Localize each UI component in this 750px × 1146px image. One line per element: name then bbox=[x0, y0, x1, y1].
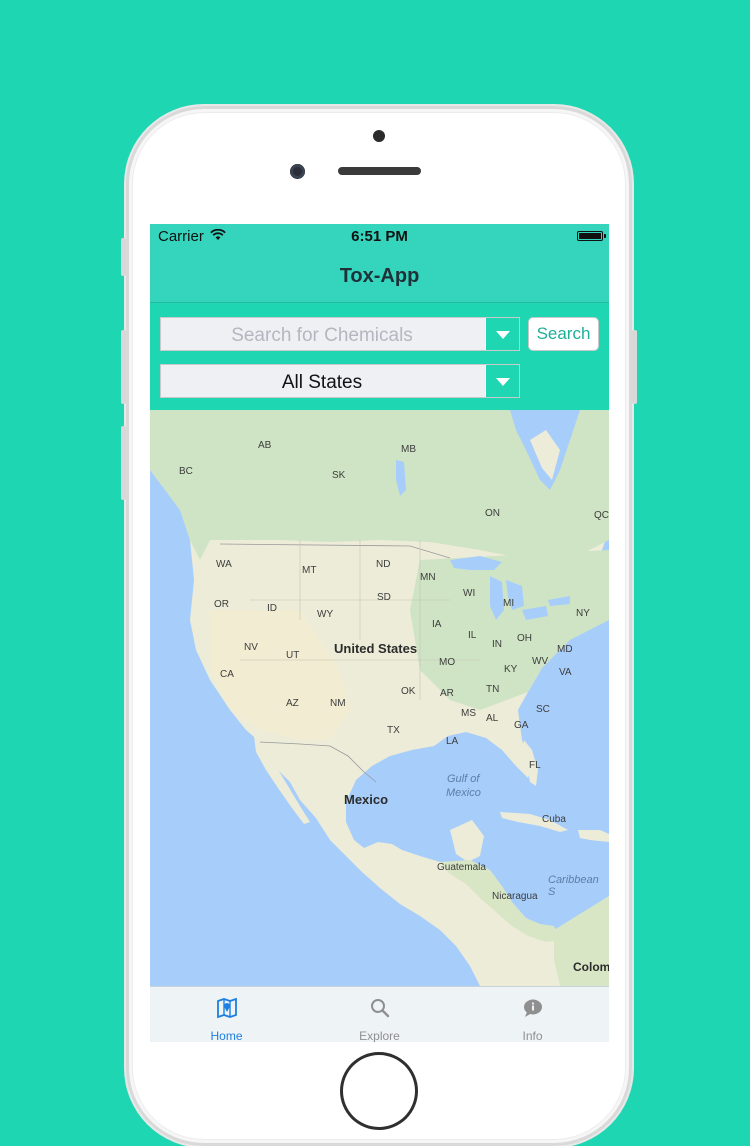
map-label-id: ID bbox=[267, 603, 277, 614]
page-title: Tox-App bbox=[339, 265, 420, 287]
map-label-wv: WV bbox=[532, 656, 549, 667]
map-label-va: VA bbox=[559, 667, 572, 678]
map-label-nd: ND bbox=[376, 559, 391, 570]
map-label-ab: AB bbox=[258, 440, 272, 451]
map-label-gulf-line1: Gulf of bbox=[447, 773, 480, 785]
map-terrain bbox=[150, 410, 609, 986]
tab-home[interactable]: Home bbox=[150, 987, 303, 1042]
search-controls: Search for Chemicals Search All States bbox=[150, 303, 609, 410]
map-label-md: MD bbox=[557, 644, 573, 655]
map-label-tx: TX bbox=[387, 725, 400, 736]
map-label-al: AL bbox=[486, 713, 499, 724]
map-label-in: IN bbox=[492, 639, 502, 650]
map-label-wi: WI bbox=[463, 588, 476, 599]
map-label-il: IL bbox=[468, 630, 477, 641]
map-label-or: OR bbox=[214, 599, 229, 610]
map-label-ca: CA bbox=[220, 669, 234, 680]
mute-switch bbox=[121, 238, 126, 276]
search-button[interactable]: Search bbox=[528, 317, 599, 351]
map-label-mexico: Mexico bbox=[344, 792, 389, 807]
tab-explore-label: Explore bbox=[359, 1029, 400, 1042]
magnifier-icon bbox=[369, 997, 391, 1019]
power-button bbox=[632, 330, 637, 404]
app-screen: Carrier 6:51 PM Tox-App Search for Chemi… bbox=[150, 224, 609, 1042]
state-filter-dropdown[interactable]: All States bbox=[160, 364, 520, 398]
chemical-search-placeholder: Search for Chemicals bbox=[231, 325, 413, 346]
map-label-colombia: Colom bbox=[573, 960, 609, 974]
tab-info-label: Info bbox=[522, 1029, 543, 1042]
map-label-wy: WY bbox=[317, 609, 334, 620]
map-label-mi: MI bbox=[503, 598, 515, 609]
map-label-mb: MB bbox=[401, 444, 416, 455]
volume-up-button bbox=[121, 330, 126, 404]
map-label-sk: SK bbox=[332, 470, 346, 481]
map-label-ny: NY bbox=[576, 608, 590, 619]
home-button[interactable] bbox=[340, 1052, 418, 1130]
chevron-down-icon[interactable] bbox=[485, 365, 519, 397]
map-label-ia: IA bbox=[432, 619, 442, 630]
map-label-nicaragua: Nicaragua bbox=[492, 891, 538, 902]
speech-bubble-icon bbox=[522, 997, 544, 1019]
map-label-nm: NM bbox=[330, 698, 346, 709]
tab-info[interactable]: Info bbox=[456, 987, 609, 1042]
map-view[interactable]: AB BC SK MB ON QC WA MT ND MN OR ID WY S… bbox=[150, 410, 609, 986]
map-label-wa: WA bbox=[216, 559, 232, 570]
map-label-ut: UT bbox=[286, 650, 300, 661]
tab-explore[interactable]: Explore bbox=[303, 987, 456, 1042]
chemical-search-dropdown[interactable]: Search for Chemicals bbox=[160, 317, 520, 351]
map-label-bc: BC bbox=[179, 466, 193, 477]
chevron-down-icon[interactable] bbox=[485, 318, 519, 350]
map-label-mo: MO bbox=[439, 657, 456, 668]
earpiece-speaker bbox=[338, 167, 421, 175]
tab-bar: Home Explore Info bbox=[150, 986, 609, 1042]
state-filter-value: All States bbox=[281, 372, 363, 393]
map-label-la: LA bbox=[446, 736, 459, 747]
map-label-nv: NV bbox=[244, 642, 258, 653]
map-label-ok: OK bbox=[401, 686, 416, 697]
navigation-bar: Tox-App bbox=[150, 248, 609, 303]
map-label-cuba: Cuba bbox=[542, 814, 566, 825]
map-label-mt: MT bbox=[302, 565, 317, 576]
map-label-united-states: United States bbox=[334, 641, 418, 656]
map-label-tn: TN bbox=[486, 684, 500, 695]
volume-down-button bbox=[121, 426, 126, 500]
map-label-ky: KY bbox=[504, 664, 518, 675]
tab-home-label: Home bbox=[210, 1029, 243, 1042]
map-label-guatemala: Guatemala bbox=[437, 862, 486, 873]
map-label-fl: FL bbox=[529, 760, 541, 771]
map-label-az: AZ bbox=[286, 698, 299, 709]
status-bar: Carrier 6:51 PM bbox=[150, 224, 609, 248]
map-label-sc: SC bbox=[536, 704, 550, 715]
map-label-on: ON bbox=[485, 508, 500, 519]
map-label-sd: SD bbox=[377, 592, 391, 603]
clock: 6:51 PM bbox=[351, 228, 408, 245]
map-label-ga: GA bbox=[514, 720, 529, 731]
map-label-ar: AR bbox=[440, 688, 454, 699]
map-label-ms: MS bbox=[461, 708, 476, 719]
map-icon bbox=[216, 997, 238, 1019]
map-label-gulf-line2: Mexico bbox=[446, 787, 481, 799]
front-camera bbox=[290, 164, 305, 179]
front-sensor bbox=[373, 130, 385, 142]
battery-icon bbox=[577, 231, 606, 241]
map-label-caribbean: Caribbean S bbox=[548, 874, 599, 898]
map-label-oh: OH bbox=[517, 633, 532, 644]
map-label-qc: QC bbox=[594, 510, 609, 521]
map-label-mn: MN bbox=[420, 572, 436, 583]
